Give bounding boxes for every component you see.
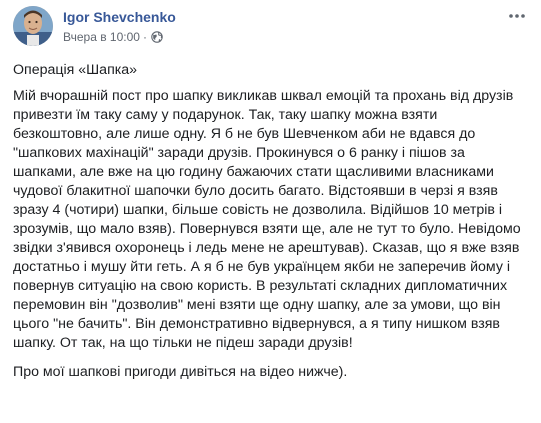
post-header: Igor Shevchenko Вчера в 10:00 · [13, 6, 533, 50]
more-options-icon[interactable] [505, 8, 529, 24]
avatar[interactable] [13, 6, 53, 46]
meta-separator: · [142, 30, 147, 44]
globe-icon[interactable] [151, 31, 163, 43]
avatar-photo [13, 6, 53, 46]
facebook-post: Igor Shevchenko Вчера в 10:00 · Операція [0, 0, 541, 423]
post-content: Операція «Шапка» Мій вчорашній пост про … [13, 61, 528, 382]
post-body: Мій вчорашній пост про шапку викликав шк… [13, 88, 521, 351]
post-title: Операція «Шапка» [13, 62, 138, 78]
post-footer-text: Про мої шапкові пригоди дивіться на віде… [13, 364, 348, 380]
post-meta: Вчера в 10:00 · [63, 30, 163, 44]
author-name-link[interactable]: Igor Shevchenko [63, 9, 176, 25]
post-timestamp[interactable]: Вчера в 10:00 [63, 30, 140, 44]
